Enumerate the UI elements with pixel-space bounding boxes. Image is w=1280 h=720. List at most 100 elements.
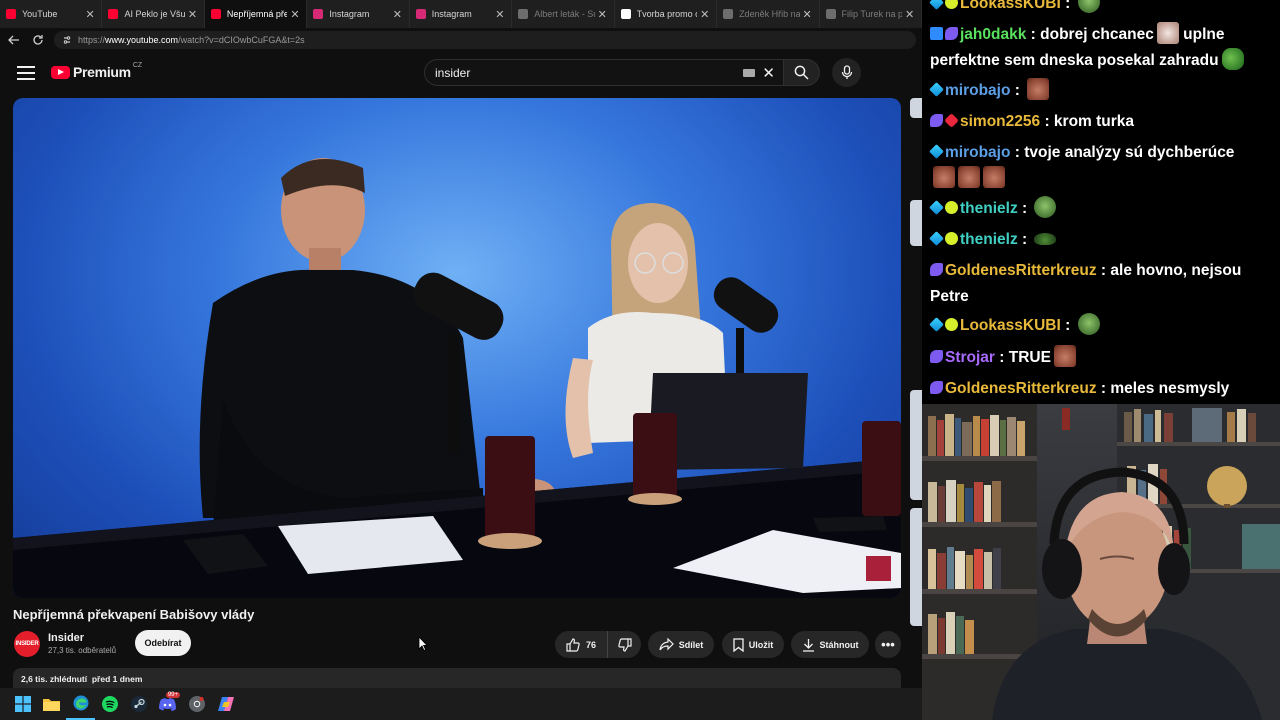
chat-badge-icon[interactable] <box>930 114 943 127</box>
youtube-premium-logo[interactable]: Premium CZ <box>51 62 142 82</box>
chat-badge-icon[interactable] <box>945 201 958 214</box>
site-info-icon[interactable] <box>62 35 72 45</box>
like-dislike-group: 76 <box>555 631 641 658</box>
browser-tab[interactable]: Nepříjemná překv✕ <box>204 0 308 28</box>
file-explorer-icon <box>43 699 60 711</box>
download-button[interactable]: Stáhnout <box>791 631 869 658</box>
browser-tab[interactable]: Albert leták - Sup ✕ <box>512 0 615 28</box>
taskbar-edge[interactable] <box>66 688 95 720</box>
chat-emote-icon[interactable] <box>1027 78 1050 100</box>
browser-tab[interactable]: Tvorba promo ob✕ <box>615 0 718 28</box>
video-player[interactable] <box>13 98 901 598</box>
taskbar-chrome[interactable] <box>182 688 211 720</box>
chat-badge-icon[interactable] <box>945 232 958 245</box>
chat-emote-icon[interactable] <box>1221 48 1244 70</box>
search-input[interactable]: insider ✕ <box>424 59 784 86</box>
guide-menu-button[interactable] <box>17 64 35 82</box>
clear-search-icon[interactable]: ✕ <box>762 64 775 82</box>
chat-badge-icon[interactable] <box>945 0 958 9</box>
chat-emote-icon[interactable] <box>933 166 955 188</box>
chat-username[interactable]: LookassKUBI <box>960 317 1061 334</box>
chat-username[interactable]: thenielz <box>960 231 1018 248</box>
chat-username[interactable]: LookassKUBI <box>960 0 1061 12</box>
taskbar-steam[interactable] <box>124 688 153 720</box>
tab-title: YouTube <box>22 9 58 19</box>
save-button[interactable]: Uložit <box>722 631 784 658</box>
voice-search-button[interactable] <box>832 58 861 87</box>
chat-emote-icon[interactable] <box>1034 233 1057 245</box>
channel-name[interactable]: Insider <box>48 632 84 644</box>
close-tab-icon[interactable]: ✕ <box>393 8 403 21</box>
close-tab-icon[interactable]: ✕ <box>598 8 608 21</box>
chat-username[interactable]: mirobajo <box>945 144 1010 161</box>
reload-button[interactable] <box>28 30 48 50</box>
youtube-icon <box>6 9 16 19</box>
chat-message: Strojar : TRUE <box>930 345 1272 371</box>
chat-badge-icon[interactable] <box>930 350 943 363</box>
close-tab-icon[interactable]: ✕ <box>905 8 915 21</box>
browser-tab[interactable]: Instagram ✕ <box>410 0 513 28</box>
chat-badge-icon[interactable] <box>929 317 944 332</box>
search-button[interactable] <box>784 59 820 86</box>
keyboard-icon[interactable] <box>743 69 755 77</box>
tab-title: Instagram <box>431 9 472 19</box>
browser-tab[interactable]: Filip Turek na pla✕ <box>820 0 922 28</box>
taskbar-spotify[interactable] <box>95 688 124 720</box>
chat-text: krom turka <box>1053 113 1135 130</box>
chat-username[interactable]: thenielz <box>960 200 1018 217</box>
close-tab-icon[interactable]: ✕ <box>290 8 300 21</box>
chat-emote-icon[interactable] <box>983 166 1005 188</box>
chat-username[interactable]: simon2256 <box>960 113 1040 130</box>
more-actions-button[interactable]: ••• <box>875 631 901 658</box>
windows-start-button[interactable] <box>8 688 37 720</box>
channel-avatar[interactable]: INSIDER <box>14 631 40 657</box>
chat-emote-icon[interactable] <box>1077 0 1100 13</box>
thumbs-down-icon <box>617 637 632 652</box>
browser-tab[interactable]: Zdeněk Hřib na pl ✕ <box>717 0 820 28</box>
browser-tab[interactable]: YouTube ✕ <box>0 0 103 28</box>
chat-badge-icon[interactable] <box>944 113 959 128</box>
url-prefix: https:// <box>78 35 106 45</box>
chat-badge-icon[interactable] <box>929 200 944 215</box>
chat-emote-icon[interactable] <box>1077 313 1100 335</box>
browser-tab[interactable]: Instagram ✕ <box>307 0 410 28</box>
chat-badge-icon[interactable] <box>930 27 943 40</box>
chat-emote-icon[interactable] <box>958 166 980 188</box>
dislike-button[interactable] <box>608 637 641 652</box>
chat-username[interactable]: GoldenesRitterkreuz <box>945 262 1097 279</box>
close-tab-icon[interactable]: ✕ <box>188 8 198 21</box>
chat-username[interactable]: GoldenesRitterkreuz <box>945 380 1097 397</box>
taskbar-copilot[interactable] <box>211 688 240 720</box>
close-tab-icon[interactable]: ✕ <box>85 8 95 21</box>
youtube-masthead: Premium CZ insider ✕ <box>0 52 922 94</box>
subscribe-button[interactable]: Odebírat <box>135 630 191 656</box>
back-button[interactable] <box>4 30 24 50</box>
chat-emote-icon[interactable] <box>1034 196 1057 218</box>
close-tab-icon[interactable]: ✕ <box>495 8 505 21</box>
like-button[interactable]: 76 <box>555 631 608 658</box>
chat-badge-icon[interactable] <box>929 0 944 10</box>
chat-username[interactable]: Strojar <box>945 349 995 366</box>
chat-username[interactable]: jah0dakk <box>960 26 1026 43</box>
chat-emote-icon[interactable] <box>1053 345 1076 367</box>
taskbar-file-explorer[interactable] <box>37 688 66 720</box>
share-button[interactable]: Sdílet <box>648 631 714 658</box>
close-tab-icon[interactable]: ✕ <box>700 8 710 21</box>
chat-badge-icon[interactable] <box>929 144 944 159</box>
chat-badge-icon[interactable] <box>930 263 943 276</box>
url-field[interactable]: https://www.youtube.com/watch?v=dCIOwbCu… <box>54 31 916 49</box>
chat-badge-icon[interactable] <box>945 27 958 40</box>
description-box[interactable]: 2,6 tis. zhlédnutí před 1 dnem <box>13 668 901 688</box>
chat-badge-icon[interactable] <box>945 318 958 331</box>
youtube-play-icon <box>51 65 70 79</box>
chat-badge-icon[interactable] <box>930 381 943 394</box>
download-label: Stáhnout <box>819 639 859 650</box>
chat-badge-icon[interactable] <box>929 231 944 246</box>
chat-badge-icon[interactable] <box>929 82 944 97</box>
browser-tab[interactable]: AI Peklo je Všude ✕ <box>102 0 205 28</box>
chat-separator: : <box>1010 82 1025 99</box>
chat-username[interactable]: mirobajo <box>945 82 1010 99</box>
chat-emote-icon[interactable] <box>1156 22 1179 44</box>
close-tab-icon[interactable]: ✕ <box>803 8 813 21</box>
taskbar-discord[interactable]: 99+ <box>153 688 182 720</box>
